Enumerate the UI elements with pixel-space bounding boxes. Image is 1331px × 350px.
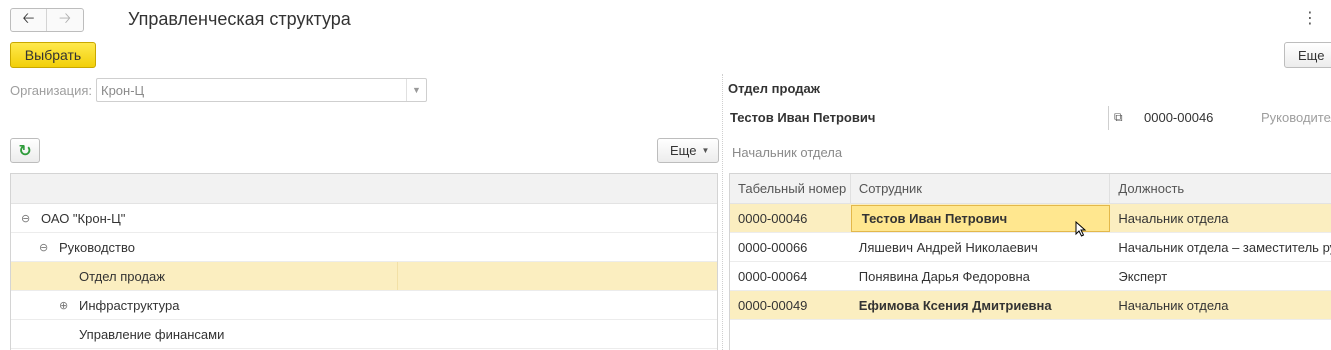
organization-label: Организация: [10, 83, 93, 98]
collapse-icon[interactable]: ⊖ [39, 241, 53, 254]
head-code: 0000-00046 [1144, 110, 1214, 125]
tree-node-label: Инфраструктура [79, 297, 180, 313]
organization-field[interactable]: Крон-Ц ▼ [96, 78, 427, 102]
tree-node[interactable]: ⊖ ОАО "Крон-Ц" [11, 204, 717, 233]
caret-down-icon: ▼ [701, 146, 710, 155]
forward-button[interactable]: 🡢 [47, 9, 83, 31]
cell-position[interactable]: Начальник отдела – заместитель руководит… [1110, 233, 1331, 262]
department-title: Отдел продаж [728, 81, 820, 96]
more-label: Еще [670, 143, 697, 158]
column-separator [397, 262, 398, 290]
arrow-right-icon: 🡢 [58, 9, 72, 27]
open-link-icon[interactable]: ⧉ [1114, 110, 1123, 125]
tree-node[interactable]: ⊖ Руководство [11, 233, 717, 262]
page-title: Управленческая структура [128, 9, 351, 29]
head-name: Тестов Иван Петрович [730, 110, 876, 125]
table-body: 0000-00046 Тестов Иван Петрович Начальник … [730, 204, 1331, 320]
select-button[interactable]: Выбрать [10, 42, 96, 68]
organization-value: Крон-Ц [101, 82, 145, 98]
navigation-group: 🡠 🡢 [10, 8, 84, 32]
cell-employee[interactable]: Ляшевич Андрей Николаевич [851, 233, 1111, 262]
structure-tree[interactable]: ⊖ ОАО "Крон-Ц" ⊖ Руководство Отдел продаж ⊕ Ин… [10, 173, 718, 350]
head-role: Руководитель [1261, 110, 1331, 125]
cell-position[interactable]: Эксперт [1110, 262, 1331, 291]
panel-separator[interactable] [722, 74, 723, 350]
more-button-top[interactable]: Еще [1284, 42, 1331, 68]
expand-icon[interactable]: ⊕ [59, 299, 73, 312]
table-row[interactable]: 0000-00066 Ляшевич Андрей Николаевич Начал… [730, 233, 1331, 262]
cell-employee[interactable]: Понявина Дарья Федоровна [851, 262, 1111, 291]
head-position: Начальник отдела [732, 145, 843, 160]
cell-number[interactable]: 0000-00046 [730, 204, 851, 233]
tree-node[interactable]: ⊕ Инфраструктура [11, 291, 717, 320]
refresh-button[interactable]: ↻ [10, 138, 40, 163]
table-header: Табельный номер Сотрудник Должность [730, 174, 1331, 204]
employees-table[interactable]: Табельный номер Сотрудник Должность 0000… [729, 173, 1331, 350]
tree-node-label: Управление финансами [79, 326, 225, 342]
tree-header [11, 174, 717, 204]
tree-node-label: Руководство [59, 239, 135, 255]
tree-node[interactable]: Управление финансами [11, 320, 717, 349]
more-button-tree[interactable]: Еще ▼ [657, 138, 719, 163]
column-header-number[interactable]: Табельный номер [730, 174, 851, 203]
cell-number[interactable]: 0000-00066 [730, 233, 851, 262]
back-button[interactable]: 🡠 [11, 9, 47, 31]
collapse-icon[interactable]: ⊖ [21, 212, 35, 225]
cell-employee[interactable]: Ефимова Ксения Дмитриевна [851, 291, 1111, 320]
chevron-down-icon[interactable]: ▼ [406, 79, 426, 101]
tree-node-label: ОАО "Крон-Ц" [41, 210, 126, 226]
divider [1108, 106, 1109, 130]
tree-node-label: Отдел продаж [79, 268, 165, 284]
table-row[interactable]: 0000-00064 Понявина Дарья Федоровна Экспер… [730, 262, 1331, 291]
table-row[interactable]: 0000-00049 Ефимова Ксения Дмитриевна Начал… [730, 291, 1331, 320]
kebab-menu-icon[interactable]: ⋮ [1302, 9, 1318, 29]
column-header-position[interactable]: Должность [1110, 174, 1331, 203]
cell-position[interactable]: Начальник отдела [1110, 291, 1331, 320]
arrow-left-icon: 🡠 [22, 9, 35, 27]
tree-body: ⊖ ОАО "Крон-Ц" ⊖ Руководство Отдел продаж ⊕ Ин… [11, 204, 717, 349]
refresh-icon: ↻ [18, 142, 32, 160]
table-row[interactable]: 0000-00046 Тестов Иван Петрович Начальник … [730, 204, 1331, 233]
cell-employee[interactable]: Тестов Иван Петрович [850, 204, 1111, 232]
tree-node[interactable]: Отдел продаж [11, 262, 717, 291]
mouse-cursor-icon [1075, 221, 1087, 237]
column-header-employee[interactable]: Сотрудник [851, 174, 1111, 203]
cell-number[interactable]: 0000-00049 [730, 291, 851, 320]
cell-position[interactable]: Начальник отдела [1110, 204, 1331, 233]
cell-number[interactable]: 0000-00064 [730, 262, 851, 291]
